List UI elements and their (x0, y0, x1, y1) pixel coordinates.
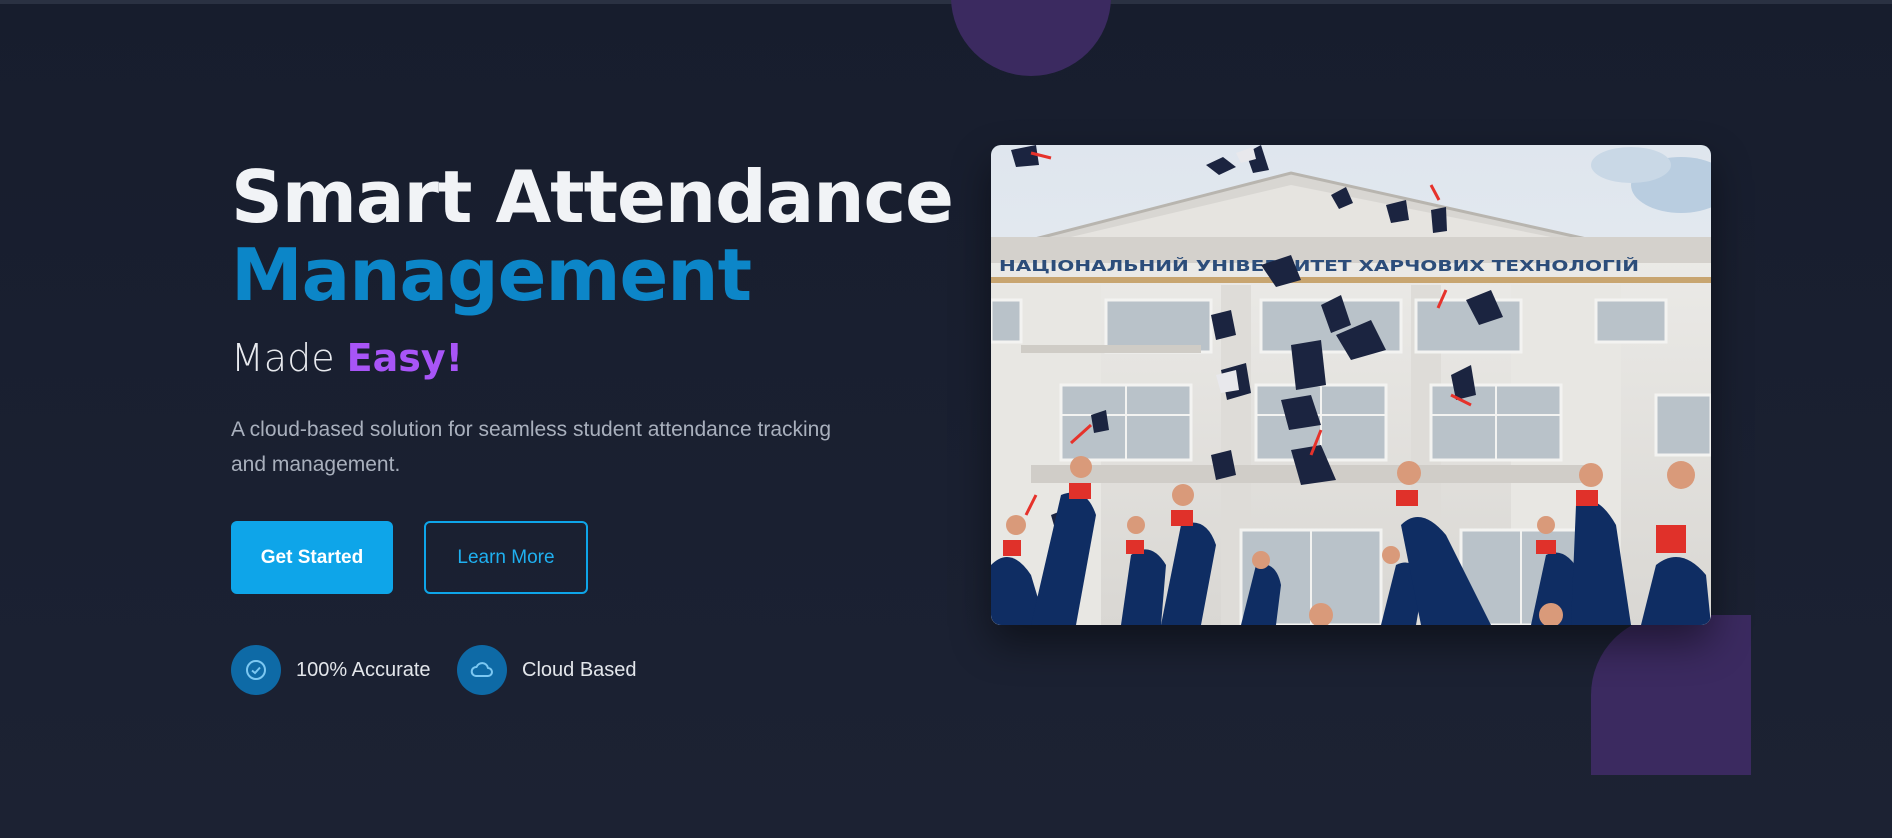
hero-title-line1: Smart Attendance (231, 155, 954, 239)
check-circle-icon (231, 645, 281, 695)
top-border (0, 0, 1892, 4)
feature-cloud-label: Cloud Based (522, 658, 637, 681)
learn-more-button[interactable]: Learn More (424, 521, 588, 594)
building-sign: НАЦІОНАЛЬНИЙ УНІВЕРСИТЕТ ХАРЧОВИХ ТЕХНОЛ… (999, 256, 1639, 275)
hero-heading: Smart Attendance Management (231, 155, 954, 317)
hero-image-graduation: НАЦІОНАЛЬНИЙ УНІВЕРСИТЕТ ХАРЧОВИХ ТЕХНОЛ… (991, 145, 1711, 625)
subtitle-accent: Easy! (346, 336, 463, 380)
feature-cloud: Cloud Based (457, 645, 637, 695)
cloud-icon (457, 645, 507, 695)
feature-accurate: 100% Accurate (231, 645, 431, 695)
hero-title-line2: Management (231, 233, 752, 317)
subtitle-prefix: Made (231, 336, 347, 380)
hero-subtitle: Made Easy! (231, 334, 463, 382)
feature-accurate-label: 100% Accurate (296, 658, 431, 681)
get-started-button[interactable]: Get Started (231, 521, 393, 594)
hero-description: A cloud-based solution for seamless stud… (231, 418, 832, 476)
decorative-shape-bottom (1591, 615, 1751, 775)
decorative-circle-top (951, 0, 1111, 76)
